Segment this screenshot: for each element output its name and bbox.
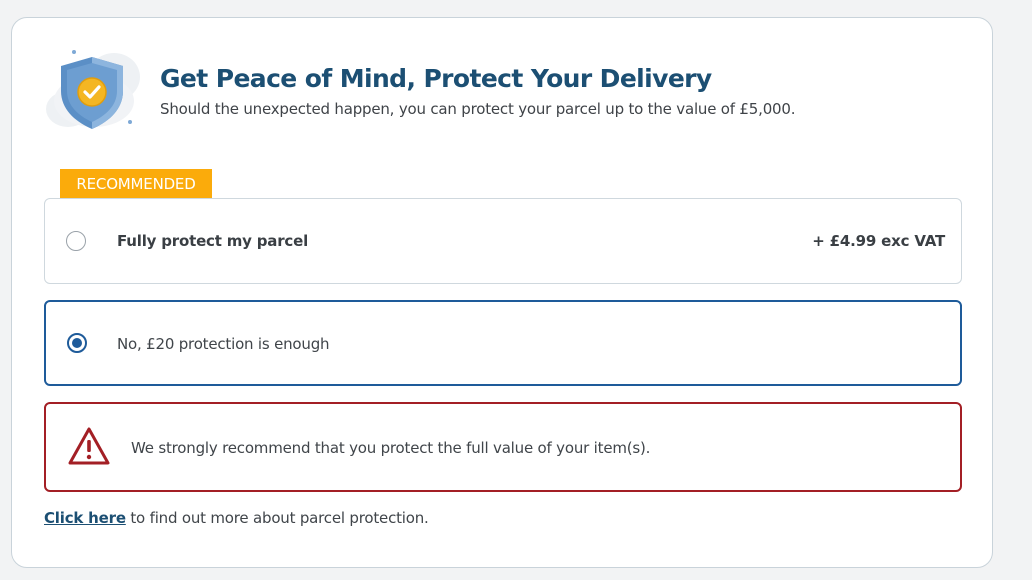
recommended-badge: RECOMMENDED <box>60 169 212 199</box>
option-label: No, £20 protection is enough <box>117 335 330 353</box>
click-here-link[interactable]: Click here <box>44 509 126 527</box>
radio-selected-icon[interactable] <box>67 333 87 353</box>
page-subtitle: Should the unexpected happen, you can pr… <box>160 100 796 118</box>
footer-note: Click here to find out more about parcel… <box>44 509 429 527</box>
footer-text: to find out more about parcel protection… <box>125 509 429 527</box>
radio-unselected-icon[interactable] <box>66 231 86 251</box>
shield-check-icon <box>46 50 140 129</box>
option-basic-protection[interactable]: No, £20 protection is enough <box>44 300 962 386</box>
warning-text: We strongly recommend that you protect t… <box>131 439 651 457</box>
warning-box: We strongly recommend that you protect t… <box>44 402 962 492</box>
option-full-protection[interactable]: Fully protect my parcel + £4.99 exc VAT <box>44 198 962 284</box>
option-price: + £4.99 exc VAT <box>812 232 945 250</box>
warning-triangle-icon <box>68 427 110 465</box>
page-title: Get Peace of Mind, Protect Your Delivery <box>160 64 712 93</box>
option-label: Fully protect my parcel <box>117 232 309 250</box>
